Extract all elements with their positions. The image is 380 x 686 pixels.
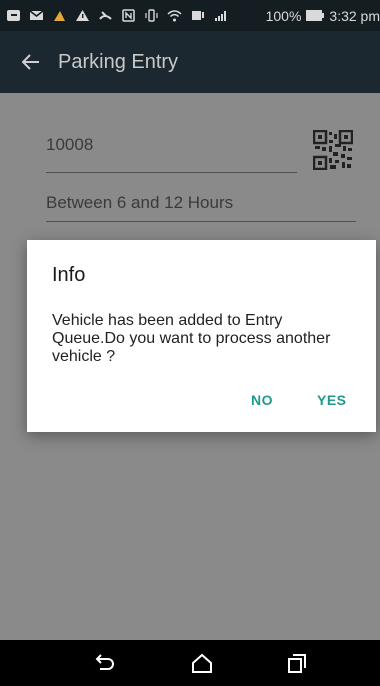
back-button[interactable]: [12, 31, 50, 93]
navigation-bar: [0, 640, 380, 686]
no-button[interactable]: NO: [251, 392, 273, 408]
wifi-icon: [167, 10, 182, 22]
notification-icons: [6, 9, 228, 22]
mail-icon: [29, 10, 44, 20]
info-dialog: Info Vehicle has been added to Entry Que…: [27, 240, 376, 432]
qr-code-icon[interactable]: [313, 130, 353, 170]
dialog-title: Info: [52, 264, 86, 286]
back-icon[interactable]: [91, 650, 117, 676]
page-title: Parking Entry: [58, 50, 179, 73]
app-bar: Parking Entry: [0, 31, 380, 93]
data-saver-icon: [192, 11, 204, 20]
dialog-message: Vehicle has been added to Entry Queue.Do…: [52, 312, 331, 365]
message-icon: [7, 10, 20, 21]
missed-call-icon: [99, 11, 112, 20]
nfc-icon: [122, 9, 135, 22]
battery-icon: [306, 10, 325, 21]
arrow-left-icon: [22, 54, 39, 70]
home-icon[interactable]: [189, 650, 215, 676]
vehicle-number-field[interactable]: 10008: [46, 135, 93, 155]
clock: 3:32 pm: [329, 7, 380, 24]
duration-underline: [46, 221, 356, 222]
vibrate-icon: [145, 9, 158, 22]
warning-icon: [76, 10, 89, 21]
signal-icon: [215, 11, 226, 21]
battery-percent: 100%: [265, 7, 302, 24]
recents-icon[interactable]: [284, 650, 310, 676]
status-bar: 100% 3:32 pm: [0, 0, 380, 31]
app-notification-icon: [54, 11, 65, 21]
yes-button[interactable]: YES: [317, 392, 347, 408]
duration-field[interactable]: Between 6 and 12 Hours: [46, 193, 233, 213]
status-right: 100% 3:32 pm: [266, 0, 380, 31]
vehicle-number-underline: [46, 172, 297, 173]
